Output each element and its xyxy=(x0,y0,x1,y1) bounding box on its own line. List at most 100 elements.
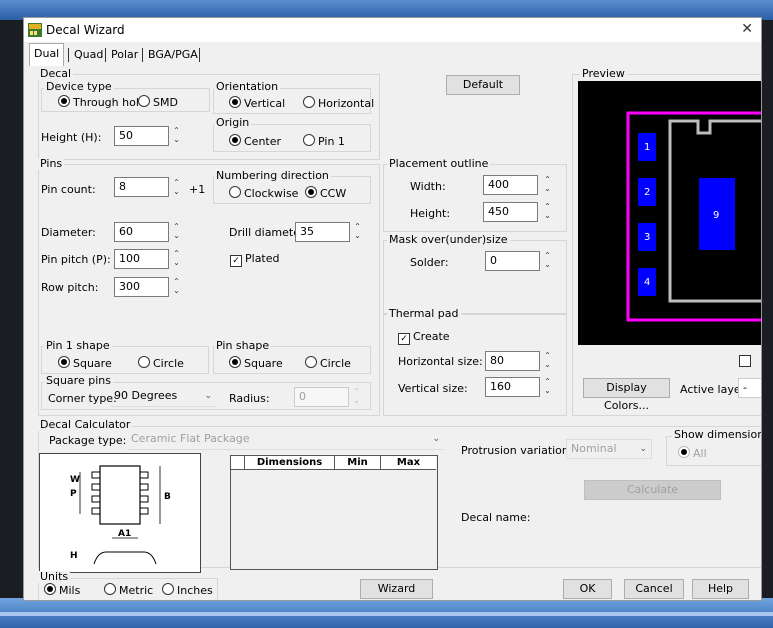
horizontal-size-input[interactable]: 80 xyxy=(485,351,540,371)
height-label: Height (H): xyxy=(41,131,102,144)
protrusion-select[interactable]: Nominal ⌄ xyxy=(566,439,652,459)
height-input[interactable]: 50 xyxy=(114,126,169,146)
clockwise-radio[interactable]: Clockwise xyxy=(229,186,298,200)
row-pitch-spinner[interactable]: ⌃ ⌄ xyxy=(170,277,183,297)
dim-w-label: W xyxy=(70,475,80,485)
lead xyxy=(91,507,101,515)
units-label: Units xyxy=(38,570,71,583)
radio-on-icon xyxy=(58,356,70,368)
pin-pitch-spinner[interactable]: ⌃ ⌄ xyxy=(170,249,183,269)
dim-h-label: H xyxy=(70,551,78,561)
inches-radio[interactable]: Inches xyxy=(162,583,213,597)
app-icon xyxy=(28,23,42,37)
pin-count-label: Pin count: xyxy=(41,183,96,196)
height-spinner[interactable]: ⌃ ⌄ xyxy=(170,126,183,146)
radio-on-icon xyxy=(58,95,70,107)
title-bar: Decal Wizard ✕ xyxy=(24,18,761,42)
outline-height-spinner[interactable]: ⌃ ⌄ xyxy=(541,202,554,222)
smd-radio[interactable]: SMD xyxy=(138,95,178,109)
center-radio[interactable]: Center xyxy=(229,134,281,148)
pin-circle-radio[interactable]: Circle xyxy=(305,356,351,370)
diameter-spinner[interactable]: ⌃ ⌄ xyxy=(170,222,183,242)
tab-dual[interactable]: Dual xyxy=(29,43,65,66)
package-type-label: Package type: xyxy=(49,434,127,447)
radio-off-icon xyxy=(305,356,317,368)
cancel-button[interactable]: Cancel xyxy=(624,579,684,599)
checkmark-icon: ✓ xyxy=(230,255,242,267)
radius-spinner[interactable]: ⌃ ⌄ xyxy=(350,387,363,407)
pin-count-spinner[interactable]: ⌃ ⌄ xyxy=(170,178,183,198)
dimensions-table: Dimensions Min Max xyxy=(230,455,438,570)
close-icon[interactable]: ✕ xyxy=(741,21,753,37)
metric-radio[interactable]: Metric xyxy=(104,583,153,597)
lead xyxy=(91,483,101,491)
plated-checkbox[interactable]: ✓ Plated xyxy=(230,252,280,267)
vertical-size-spinner[interactable]: ⌃ ⌄ xyxy=(541,377,554,397)
radio-on-icon xyxy=(305,186,317,198)
checkmark-icon: ✓ xyxy=(398,333,410,345)
row-pitch-input[interactable]: 300 xyxy=(114,277,169,297)
lead xyxy=(139,483,149,491)
decal-name-label: Decal name: xyxy=(461,511,531,524)
help-button[interactable]: Help xyxy=(692,579,749,599)
pin-square-radio[interactable]: Square xyxy=(229,356,283,370)
horizontal-radio[interactable]: Horizontal xyxy=(303,96,374,110)
placement-outline-label: Placement outline xyxy=(387,157,491,170)
radio-off-icon xyxy=(303,134,315,146)
wizard-options-button[interactable]: Wizard Options... xyxy=(360,579,433,599)
row-pitch-label: Row pitch: xyxy=(41,281,99,294)
radius-input[interactable]: 0 xyxy=(294,387,349,407)
pin1-radio[interactable]: Pin 1 xyxy=(303,134,345,148)
show-dimension-all-radio[interactable]: All xyxy=(678,446,707,460)
radio-off-icon xyxy=(138,356,150,368)
preview-label: Preview xyxy=(580,67,627,80)
solder-spinner[interactable]: ⌃ ⌄ xyxy=(541,251,554,271)
dim-b-label: B xyxy=(164,492,171,502)
vertical-size-label: Vertical size: xyxy=(398,382,468,395)
default-button[interactable]: Default xyxy=(446,75,520,95)
display-colors-button[interactable]: Display Colors... xyxy=(583,378,670,412)
calculate-button[interactable]: Calculate xyxy=(584,480,721,500)
preview-option-checkbox[interactable] xyxy=(739,355,754,369)
corner-type-select[interactable]: 90 Degrees ⌄ xyxy=(110,387,216,407)
pad-1-label: 1 xyxy=(644,142,650,153)
package-type-select[interactable]: Ceramic Flat Package ⌄ xyxy=(127,430,444,450)
col-dimensions: Dimensions xyxy=(245,456,335,470)
outline-width-label: Width: xyxy=(410,180,446,193)
corner-type-label: Corner type: xyxy=(48,392,117,405)
radio-on-icon xyxy=(44,583,56,595)
drill-diameter-input[interactable]: 35 xyxy=(295,222,350,242)
pin-pitch-input[interactable]: 100 xyxy=(114,249,169,269)
outline-width-spinner[interactable]: ⌃ ⌄ xyxy=(541,175,554,195)
pin1-square-radio[interactable]: Square xyxy=(58,356,112,370)
chevron-down-icon: ⌄ xyxy=(639,444,647,454)
tab-bga-pga[interactable]: BGA/PGA xyxy=(144,45,202,64)
outline-height-input[interactable]: 450 xyxy=(483,202,538,222)
pin-shape-label: Pin shape xyxy=(214,339,272,352)
diameter-label: Diameter: xyxy=(41,226,96,239)
radio-on-icon xyxy=(229,96,241,108)
outline-width-input[interactable]: 400 xyxy=(483,175,538,195)
ok-button[interactable]: OK xyxy=(563,579,612,599)
horizontal-size-spinner[interactable]: ⌃ ⌄ xyxy=(541,351,554,371)
decal-calculator-label: Decal Calculator xyxy=(38,418,133,431)
tab-polar[interactable]: Polar xyxy=(107,45,142,64)
tab-quad[interactable]: Quad xyxy=(70,45,107,64)
ccw-radio[interactable]: CCW xyxy=(305,186,346,200)
create-checkbox[interactable]: ✓ Create xyxy=(398,330,450,345)
outline-height-label: Height: xyxy=(410,207,451,220)
pin-count-input[interactable]: 8 xyxy=(114,177,169,197)
desktop-taskbar-band xyxy=(0,598,773,628)
active-layer-select[interactable]: - xyxy=(738,378,761,398)
pad-4-label: 4 xyxy=(644,277,650,288)
solder-input[interactable]: 0 xyxy=(485,251,540,271)
through-hole-radio[interactable]: Through hole xyxy=(58,95,146,109)
pad-2-label: 2 xyxy=(644,187,650,198)
vertical-size-input[interactable]: 160 xyxy=(485,377,540,397)
diameter-input[interactable]: 60 xyxy=(114,222,169,242)
preview-canvas[interactable]: 1 2 3 4 9 xyxy=(578,81,761,345)
drill-diameter-spinner[interactable]: ⌃ ⌄ xyxy=(351,222,364,242)
pin1-circle-radio[interactable]: Circle xyxy=(138,356,184,370)
vertical-radio[interactable]: Vertical xyxy=(229,96,285,110)
mils-radio[interactable]: Mils xyxy=(44,583,80,597)
